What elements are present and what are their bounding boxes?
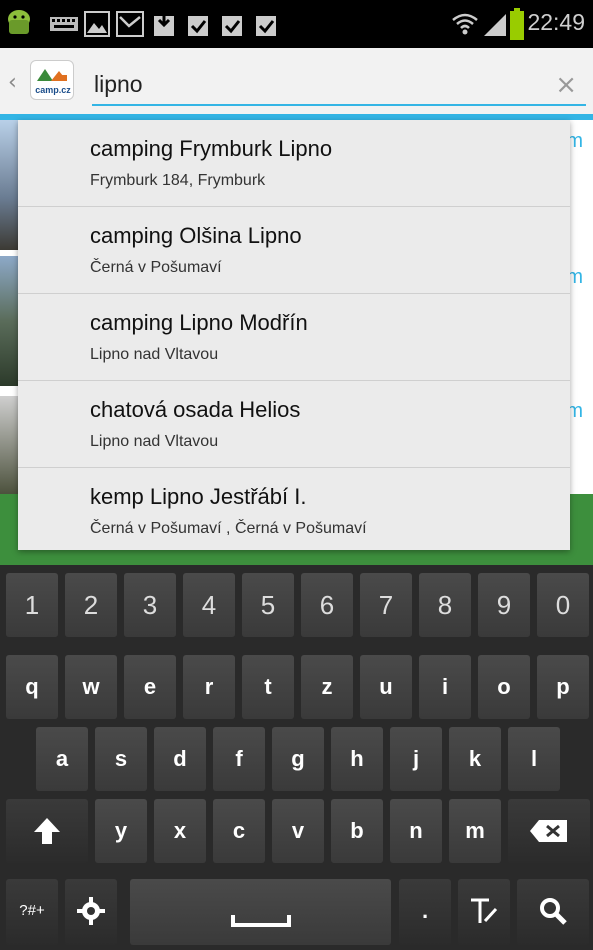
search-key[interactable] <box>517 879 589 945</box>
suggestion-subtitle: Černá v Pošumaví , Černá v Pošumaví <box>90 520 367 537</box>
gear-icon <box>77 897 105 925</box>
status-bar: 22:49 <box>0 0 593 48</box>
key-2[interactable]: 2 <box>65 573 117 637</box>
suggestion-title: camping Olšina Lipno <box>90 223 302 248</box>
download-icon <box>188 16 208 36</box>
space-key[interactable] <box>130 879 391 945</box>
key-0[interactable]: 0 <box>537 573 589 637</box>
suggestion-item[interactable]: camping Lipno Modřín Lipno nad Vltavou <box>18 294 570 381</box>
clear-icon[interactable]: × <box>555 70 577 100</box>
key-9[interactable]: 9 <box>478 573 530 637</box>
suggestion-title: camping Frymburk Lipno <box>90 136 333 161</box>
suggestion-title: kemp Lipno Jestřábí I. <box>90 484 307 509</box>
suggestion-subtitle: Frymburk 184, Frymburk <box>90 172 266 189</box>
key-v[interactable]: v <box>272 799 324 863</box>
key-x[interactable]: x <box>154 799 206 863</box>
key-4[interactable]: 4 <box>183 573 235 637</box>
symbols-key[interactable]: ?#+ <box>6 879 58 945</box>
suggestion-subtitle: Lipno nad Vltavou <box>90 433 219 450</box>
suggestion-title: camping Lipno Modřín <box>90 310 308 335</box>
backspace-key[interactable] <box>508 799 590 863</box>
check-icon <box>256 16 276 36</box>
image-icon <box>84 11 110 37</box>
check-icon <box>222 16 242 36</box>
suggestion-item[interactable]: kemp Lipno Jestřábí I. Černá v Pošumaví … <box>18 468 570 550</box>
suggestions-dropdown: camping Frymburk Lipno Frymburk 184, Fry… <box>18 120 570 550</box>
key-u[interactable]: u <box>360 655 412 719</box>
back-icon[interactable]: ‹ <box>8 70 17 95</box>
key-3[interactable]: 3 <box>124 573 176 637</box>
key-i[interactable]: i <box>419 655 471 719</box>
key-k[interactable]: k <box>449 727 501 791</box>
logo-text: camp.cz <box>35 85 71 95</box>
thumbnail-strip <box>0 256 18 386</box>
key-l[interactable]: l <box>508 727 560 791</box>
period-key[interactable]: . <box>399 879 451 945</box>
camp-logo-icon: camp.cz <box>35 69 71 95</box>
keyboard-icon <box>50 17 78 31</box>
key-7[interactable]: 7 <box>360 573 412 637</box>
key-q[interactable]: q <box>6 655 58 719</box>
suggestion-subtitle: Lipno nad Vltavou <box>90 346 219 363</box>
key-b[interactable]: b <box>331 799 383 863</box>
app-logo[interactable]: camp.cz <box>30 60 74 100</box>
key-z[interactable]: z <box>301 655 353 719</box>
download-icon <box>154 10 174 36</box>
shift-key[interactable] <box>6 799 88 863</box>
key-6[interactable]: 6 <box>301 573 353 637</box>
suggestion-subtitle: Černá v Pošumaví <box>90 259 222 276</box>
key-e[interactable]: e <box>124 655 176 719</box>
search-input[interactable] <box>92 64 586 106</box>
shift-arrow-icon <box>34 818 60 844</box>
suggestion-title: chatová osada Helios <box>90 397 301 422</box>
android-icon <box>8 10 30 34</box>
thumbnail-strip <box>0 120 18 250</box>
key-d[interactable]: d <box>154 727 206 791</box>
key-n[interactable]: n <box>390 799 442 863</box>
battery-icon <box>510 8 524 40</box>
key-t[interactable]: t <box>242 655 294 719</box>
key-g[interactable]: g <box>272 727 324 791</box>
key-p[interactable]: p <box>537 655 589 719</box>
wifi-icon <box>452 13 478 35</box>
key-a[interactable]: a <box>36 727 88 791</box>
status-time: 22:49 <box>527 9 585 35</box>
key-h[interactable]: h <box>331 727 383 791</box>
suggestion-item[interactable]: camping Olšina Lipno Černá v Pošumaví <box>18 207 570 294</box>
key-8[interactable]: 8 <box>419 573 471 637</box>
missed-call-icon <box>116 11 144 37</box>
backspace-icon <box>530 820 567 842</box>
signal-icon <box>484 14 506 36</box>
suggestion-item[interactable]: camping Frymburk Lipno Frymburk 184, Fry… <box>18 120 570 207</box>
settings-key[interactable] <box>65 879 117 945</box>
key-c[interactable]: c <box>213 799 265 863</box>
key-j[interactable]: j <box>390 727 442 791</box>
search-icon <box>540 898 567 925</box>
text-format-icon <box>471 898 498 923</box>
key-s[interactable]: s <box>95 727 147 791</box>
key-r[interactable]: r <box>183 655 235 719</box>
key-1[interactable]: 1 <box>6 573 58 637</box>
key-m[interactable]: m <box>449 799 501 863</box>
soft-keyboard: 1 2 3 4 5 6 7 8 9 0 q w e r t z u i o p … <box>0 565 593 950</box>
key-5[interactable]: 5 <box>242 573 294 637</box>
text-format-key[interactable] <box>458 879 510 945</box>
space-bar-icon <box>230 915 291 927</box>
thumbnail-strip <box>0 396 18 496</box>
key-o[interactable]: o <box>478 655 530 719</box>
suggestion-item[interactable]: chatová osada Helios Lipno nad Vltavou <box>18 381 570 468</box>
key-y[interactable]: y <box>95 799 147 863</box>
key-f[interactable]: f <box>213 727 265 791</box>
key-w[interactable]: w <box>65 655 117 719</box>
